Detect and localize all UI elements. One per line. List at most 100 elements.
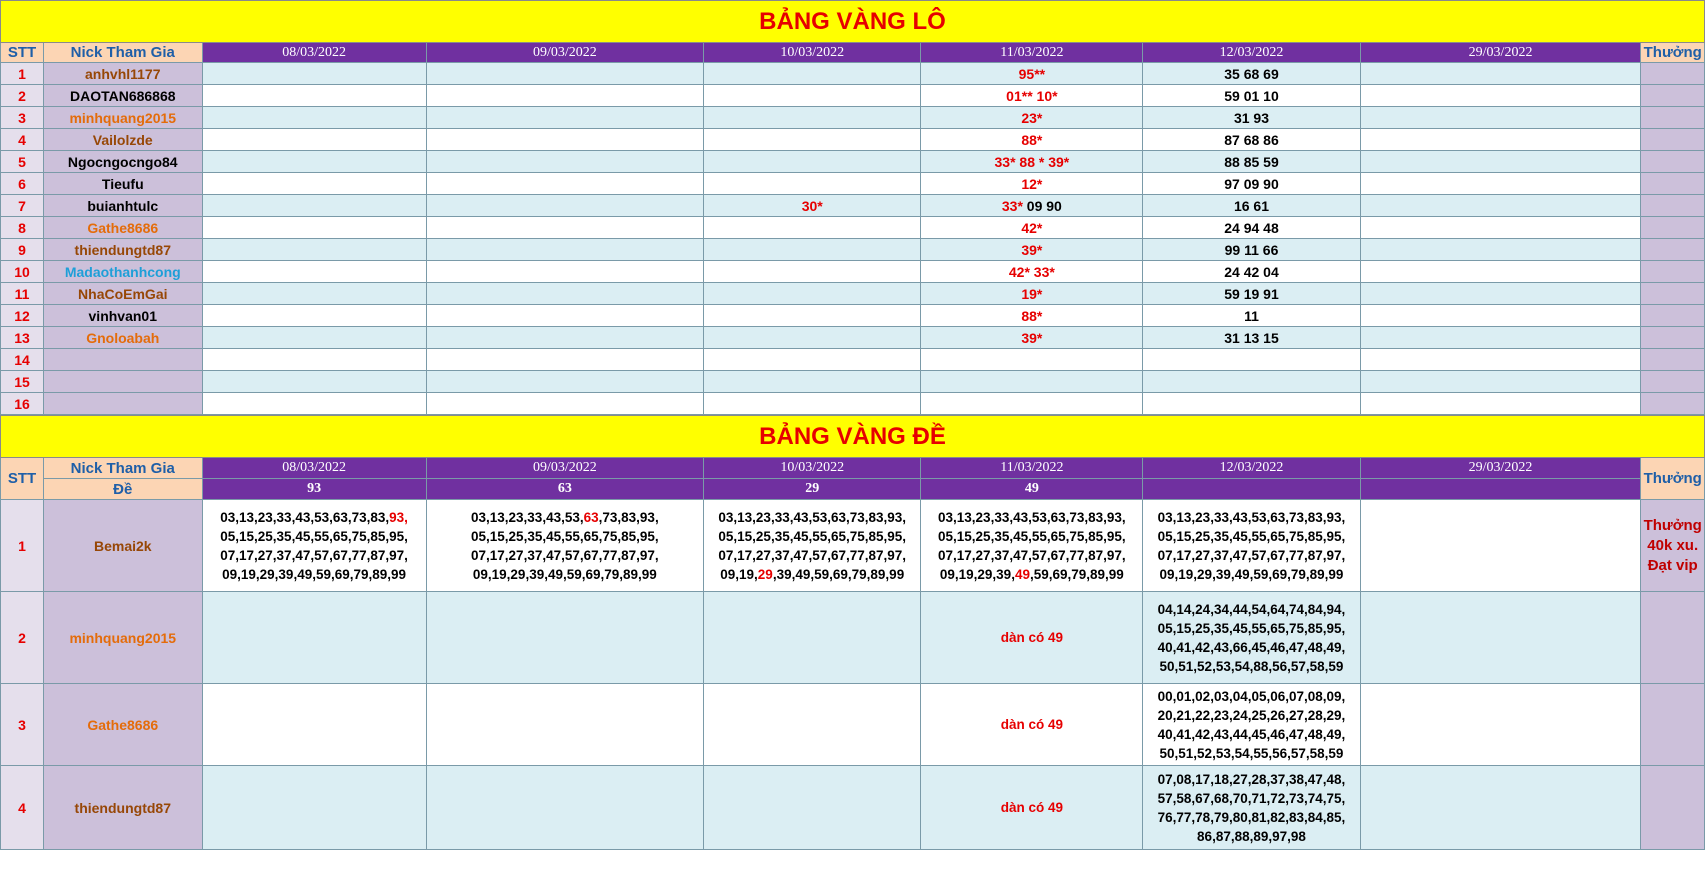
dan-note: dàn có 49: [1000, 717, 1063, 732]
entry-cell: 12*: [920, 172, 1144, 195]
table-row: 13 Gnoloabah 39* 31 13 15: [0, 326, 1705, 349]
entry-cell: [920, 348, 1144, 371]
lo-date-header: 11/03/2022: [920, 42, 1144, 63]
nick-cell: [43, 392, 203, 415]
result-cell: 24 42 04: [1142, 260, 1361, 283]
entry-cell: 42*: [920, 216, 1144, 239]
de-result-value: 29: [703, 478, 922, 500]
de-table: BẢNG VÀNG ĐỀ STT Nick Tham Gia 08/03/202…: [0, 415, 1705, 850]
dan-line: 05,15,25,35,45,55,65,75,85,95,: [922, 527, 1142, 546]
entry-cell: [1359, 260, 1642, 283]
result-cell: [1142, 392, 1361, 415]
de-date-header: 29/03/2022: [1359, 457, 1642, 479]
entry-cell: [1359, 683, 1642, 766]
lo-thuong-header: Thưởng: [1640, 42, 1705, 63]
entry-cell: [201, 238, 427, 261]
dan-line: 86,87,88,89,97,98: [1197, 828, 1306, 844]
dan-line: 03,13,23,33,43,53,63,73,83,93,: [427, 508, 702, 527]
entry-cell: [703, 370, 922, 393]
entry-cell: [703, 84, 922, 107]
lo-banner-row: BẢNG VÀNG LÔ: [0, 0, 1705, 43]
dan-line: 09,19,29,39,49,59,69,79,89,99: [1159, 566, 1344, 582]
dan-line: 76,77,78,79,80,81,82,83,84,85,: [1157, 809, 1346, 825]
stt-cell: 1: [0, 499, 45, 592]
dan-cell: [425, 591, 705, 684]
result-cell: 11: [1142, 304, 1361, 327]
nick-cell: anhvhl1177: [43, 62, 203, 85]
thuong-cell: [1640, 62, 1705, 85]
entry-cell: [703, 62, 922, 85]
dan-line: 00,01,02,03,04,05,06,07,08,09,: [1157, 688, 1346, 704]
entry-hit: 95**: [1018, 65, 1046, 82]
entry-cell: 01** 10*: [920, 84, 1144, 107]
dan-line: 05,15,25,35,45,55,65,75,85,95,: [427, 527, 702, 546]
dan-line: 09,19,29,39,49,59,69,79,89,99: [705, 565, 920, 584]
stt-cell: 1: [0, 62, 45, 85]
result-cell: 24 94 48: [1142, 216, 1361, 239]
entry-cell: [1359, 216, 1642, 239]
de-title: BẢNG VÀNG ĐỀ: [0, 415, 1705, 458]
nick-cell: Madaothanhcong: [43, 260, 203, 283]
entry-cell: [703, 304, 922, 327]
lo-header-row: STT Nick Tham Gia 08/03/2022 09/03/2022 …: [0, 42, 1705, 63]
entry-cell: [703, 150, 922, 173]
lo-date-header: 12/03/2022: [1142, 42, 1361, 63]
table-row: 5 Ngocngocngo84 33* 88 * 39* 88 85 59: [0, 150, 1705, 173]
dan-part: 63: [583, 509, 599, 525]
nick-cell: buianhtulc: [43, 194, 203, 217]
de-banner-row: BẢNG VÀNG ĐỀ: [0, 415, 1705, 458]
thuong-cell: [1640, 765, 1705, 850]
dan-part: 03,13,23,33,43,53,63,73,83,93,: [718, 509, 907, 525]
nick-cell: [43, 370, 203, 393]
de-result-value: 63: [425, 478, 705, 500]
result-cell: 99 11 66: [1142, 238, 1361, 261]
entry-cell: 19*: [920, 282, 1144, 305]
entry-cell: [1359, 370, 1642, 393]
table-row: 2 DAOTAN686868 01** 10* 59 01 10: [0, 84, 1705, 107]
dan-cell: dàn có 49: [920, 683, 1144, 766]
dan-line: 03,13,23,33,43,53,63,73,83,93,: [203, 508, 425, 527]
dan-line: 07,17,27,37,47,57,67,77,87,97,: [705, 546, 920, 565]
entry-cell: [703, 238, 922, 261]
de-result-value: [1142, 478, 1361, 500]
entry-cell: [1359, 392, 1642, 415]
nick-cell: [43, 348, 203, 371]
entry-cell: [425, 62, 705, 85]
entry-cell: [703, 348, 922, 371]
entry-hit: 39*: [1021, 329, 1043, 346]
prize-line: Đạt vip: [1647, 556, 1698, 574]
nick-cell: Gathe8686: [43, 216, 203, 239]
de-date-header: 08/03/2022: [201, 457, 427, 479]
entry-cell: [201, 128, 427, 151]
de-date-header: 12/03/2022: [1142, 457, 1361, 479]
thuong-cell: [1640, 370, 1705, 393]
result-cell: 16 61: [1142, 194, 1361, 217]
entry-cell: [703, 326, 922, 349]
table-row: 14: [0, 348, 1705, 371]
de-result-value: [1359, 478, 1642, 500]
entry-hit: 33*: [1001, 197, 1023, 214]
result-cell: 35 68 69: [1142, 62, 1361, 85]
dan-part: 07,17,27,37,47,57,67,77,87,97,: [718, 547, 907, 563]
entry-cell: [201, 150, 427, 173]
dan-line: 20,21,22,23,24,25,26,27,28,29,: [1157, 707, 1346, 723]
dan-cell: [425, 683, 705, 766]
spreadsheet: BẢNG VÀNG LÔ STT Nick Tham Gia 08/03/202…: [0, 0, 1705, 850]
dan-part: ,59,69,79,89,99: [1029, 566, 1124, 582]
entry-hit: 42* 33*: [1008, 263, 1055, 280]
thuong-cell: [1640, 591, 1705, 684]
table-row: 12 vinhvan01 88* 11: [0, 304, 1705, 327]
de-result-label: Đề: [43, 478, 203, 500]
table-row: 6 Tieufu 12* 97 09 90: [0, 172, 1705, 195]
thuong-cell: [1640, 128, 1705, 151]
stt-cell: 5: [0, 150, 45, 173]
stt-cell: 2: [0, 591, 45, 684]
dan-cell: [703, 765, 922, 850]
dan-cell: dàn có 49: [920, 765, 1144, 850]
dan-cell: [703, 683, 922, 766]
entry-cell: 95**: [920, 62, 1144, 85]
nick-cell: thiendungtd87: [43, 238, 203, 261]
dan-line: 05,15,25,35,45,55,65,75,85,95,: [705, 527, 920, 546]
entry-cell: [703, 282, 922, 305]
lo-stt-header: STT: [0, 42, 45, 63]
